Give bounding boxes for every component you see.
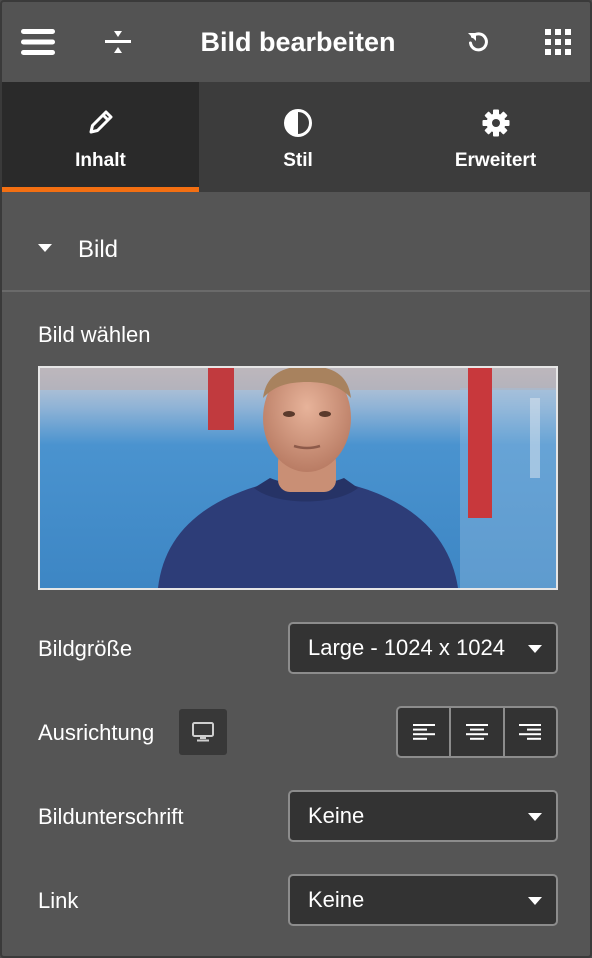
panel-title: Bild bearbeiten [200, 27, 396, 57]
alignment-label: Ausrichtung [38, 720, 155, 745]
chevron-down-icon [528, 645, 542, 653]
caret-down-icon [38, 244, 52, 252]
tab-label: Erweitert [454, 150, 537, 171]
chevron-down-icon [528, 897, 542, 905]
section-bild-toggle[interactable]: Bild [2, 192, 590, 292]
alignment-button-group [396, 706, 558, 758]
portrait-photo-image [40, 368, 556, 588]
chevron-down-icon [528, 813, 542, 821]
image-size-value: Large - 1024 x 1024 [308, 635, 505, 660]
align-left-icon[interactable] [398, 708, 449, 756]
pencil-icon [2, 108, 199, 136]
link-select[interactable]: Keine [288, 874, 558, 926]
gear-icon [397, 108, 590, 138]
link-value: Keine [308, 887, 365, 912]
half-circle-contrast-icon [199, 108, 397, 138]
image-editor-panel: Bild bearbeiten Inhalt Stil Erweitert Bi… [0, 0, 592, 958]
image-preview[interactable] [38, 366, 558, 590]
caption-select[interactable]: Keine [288, 790, 558, 842]
tab-stil[interactable]: Stil [199, 82, 397, 192]
tab-label: Inhalt [75, 150, 126, 171]
grid-apps-icon[interactable] [534, 18, 582, 66]
image-size-select[interactable]: Large - 1024 x 1024 [288, 622, 558, 674]
panel-header: Bild bearbeiten [2, 2, 590, 82]
tab-label: Stil [283, 150, 313, 171]
desktop-device-icon[interactable] [179, 709, 227, 755]
image-select-label: Bild wählen [38, 322, 151, 347]
tab-erweitert[interactable]: Erweitert [397, 82, 590, 192]
align-right-icon[interactable] [502, 708, 556, 756]
tab-inhalt[interactable]: Inhalt [2, 82, 199, 192]
section-title: Bild [78, 236, 119, 263]
undo-icon[interactable] [454, 18, 502, 66]
caption-value: Keine [308, 803, 365, 828]
tab-bar: Inhalt Stil Erweitert [2, 82, 590, 192]
link-label: Link [38, 888, 79, 913]
align-center-icon[interactable] [449, 708, 502, 756]
hamburger-menu-icon[interactable] [14, 18, 62, 66]
image-size-label: Bildgröße [38, 636, 133, 661]
caption-label: Bildunterschrift [38, 804, 184, 829]
